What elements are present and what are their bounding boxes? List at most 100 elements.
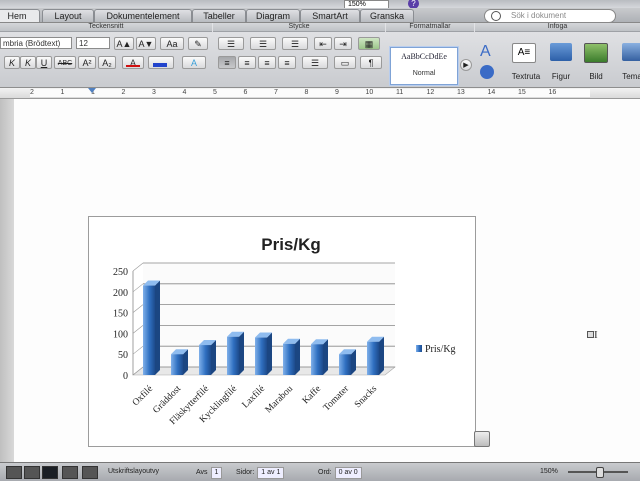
group-formatmallar: Formatmallar <box>386 23 474 32</box>
status-bar: Utskriftslayoutvy Avs 1 Sidor: 1 av 1 Ord:… <box>0 462 640 481</box>
theme-button-label[interactable]: Tema <box>620 72 640 81</box>
word-count-indicator[interactable]: Ord: 0 av 0 <box>318 467 362 479</box>
tab-smartart[interactable]: SmartArt <box>300 9 360 22</box>
tab-dokumentelement[interactable]: Dokumentelement <box>94 9 192 22</box>
borders-button[interactable]: ▦ <box>358 37 380 50</box>
font-color-button[interactable]: A <box>122 56 144 69</box>
shrink-font-button[interactable]: A▼ <box>136 37 156 50</box>
shape-button-label[interactable]: Figur <box>546 72 576 81</box>
title-strip: 150% ? <box>0 0 640 9</box>
font-name-field[interactable]: mbria (Brödtext) <box>0 37 72 49</box>
styles-next-button[interactable]: ▶ <box>460 59 472 71</box>
search-input[interactable]: Sök i dokument <box>484 9 616 23</box>
line-spacing-button[interactable]: ☰ <box>302 56 328 69</box>
horizontal-ruler[interactable]: 2 1 1 2 3 4 5 6 7 8 9 10 11 12 13 14 15 16 <box>0 88 640 99</box>
paragraph-icon: ¶ <box>368 58 374 68</box>
font-size-field[interactable]: 12 <box>76 37 110 49</box>
italic-alt-button[interactable]: K <box>20 56 36 69</box>
indent-marker-icon[interactable] <box>88 88 96 93</box>
page-indicator: Sidor: 1 av 1 <box>236 467 285 479</box>
text-effects-button[interactable]: A <box>182 56 206 69</box>
symbol-icon[interactable] <box>480 65 494 79</box>
decrease-indent-button[interactable]: ⇤ <box>314 37 332 50</box>
textbox-icon[interactable]: A≡ <box>512 43 536 63</box>
view-publishing-button[interactable] <box>62 466 78 479</box>
shading-button[interactable]: ▭ <box>334 56 356 69</box>
picture-button-label[interactable]: Bild <box>582 72 610 81</box>
legend-swatch <box>416 345 422 352</box>
clear-format-button[interactable]: ✎ <box>188 37 208 50</box>
bar <box>143 285 155 375</box>
bar <box>227 336 239 375</box>
group-stycke: Stycke <box>213 23 385 32</box>
tab-tabeller[interactable]: Tabeller <box>192 9 246 22</box>
align-right-button[interactable]: ≡ <box>258 56 276 69</box>
justify-button[interactable]: ≡ <box>278 56 296 69</box>
decrease-indent-icon: ⇤ <box>319 39 327 49</box>
y-tick-label: 200 <box>113 288 128 299</box>
left-gutter <box>0 99 14 462</box>
align-center-button[interactable]: ≡ <box>238 56 256 69</box>
tab-hem[interactable]: Hem <box>0 9 40 22</box>
bullets-icon: ☰ <box>226 39 236 49</box>
font-color-swatch <box>126 65 140 67</box>
ruler-number: 13 <box>457 89 465 96</box>
text-effects-icon: A <box>190 58 197 68</box>
bar <box>171 354 183 375</box>
object-anchor-icon <box>587 331 594 338</box>
ruler-number: 2 <box>30 89 34 96</box>
x-tick-label: Tomater <box>322 383 352 413</box>
increase-indent-icon: ⇥ <box>339 39 347 49</box>
multilevel-list-button[interactable]: ☰ <box>282 37 308 50</box>
ribbon-tab-bar: Hem Layout Dokumentelement Tabeller Diag… <box>0 8 640 23</box>
underline-button[interactable]: U <box>36 56 52 69</box>
ruler-number: 4 <box>182 89 187 96</box>
gridline-diagonal <box>132 325 144 334</box>
ruler-number: 5 <box>213 89 217 96</box>
view-fullscreen-button[interactable] <box>82 466 98 479</box>
gridline-diagonal <box>132 345 144 355</box>
section-value: 1 <box>210 467 223 479</box>
style-normal[interactable]: AaBbCcDdEe Normal <box>390 47 458 85</box>
italic-button[interactable]: K <box>4 56 20 69</box>
y-tick-label: 250 <box>113 267 128 278</box>
status-zoom: 150% <box>540 468 558 475</box>
theme-icon[interactable] <box>622 43 640 61</box>
ruler-number: 16 <box>548 89 557 96</box>
bullets-button[interactable]: ☰ <box>218 37 244 50</box>
tab-granska[interactable]: Granska <box>360 9 414 22</box>
align-left-button[interactable]: ≡ <box>218 56 236 69</box>
wordart-icon[interactable]: A <box>480 43 500 61</box>
multilevel-list-icon: ☰ <box>290 39 300 49</box>
numbering-button[interactable]: ☰ <box>250 37 276 50</box>
highlight-button[interactable] <box>148 56 174 69</box>
chart-object[interactable]: Pris/Kg 0 50 100 150 200 250 Oxfilé Gräddost Fläs… <box>88 216 476 447</box>
borders-icon: ▦ <box>364 39 374 49</box>
paragraph-settings-button[interactable]: ¶ <box>360 56 382 69</box>
ruler-number: 2 <box>121 89 126 96</box>
shape-icon[interactable] <box>550 43 572 61</box>
view-outline-button[interactable] <box>24 466 40 479</box>
zoom-slider-handle[interactable] <box>596 467 604 478</box>
paste-options-icon[interactable] <box>474 431 490 447</box>
ruler-number: 15 <box>518 89 526 96</box>
tab-layout[interactable]: Layout <box>42 9 94 22</box>
ruler-number: 7 <box>274 89 278 96</box>
superscript-button[interactable]: A² <box>78 56 96 69</box>
style-name: Normal <box>412 70 436 77</box>
tab-diagram[interactable]: Diagram <box>246 9 300 22</box>
ruler-number: 3 <box>152 89 156 96</box>
grow-font-button[interactable]: A▲ <box>114 37 134 50</box>
align-center-icon: ≡ <box>244 58 250 68</box>
increase-indent-button[interactable]: ⇥ <box>334 37 352 50</box>
view-name: Utskriftslayoutvy <box>108 468 159 475</box>
picture-icon[interactable] <box>584 43 608 63</box>
change-case-button[interactable]: Aa <box>160 37 184 50</box>
strikethrough-button[interactable]: ABC <box>54 56 76 69</box>
bar-side <box>239 331 244 375</box>
view-print-layout-button[interactable] <box>42 466 58 479</box>
textbox-button-label[interactable]: Textruta <box>508 72 544 81</box>
subscript-button[interactable]: A₂ <box>98 56 116 69</box>
x-tick-label: Laxfilé <box>240 383 267 410</box>
view-draft-button[interactable] <box>6 466 22 479</box>
